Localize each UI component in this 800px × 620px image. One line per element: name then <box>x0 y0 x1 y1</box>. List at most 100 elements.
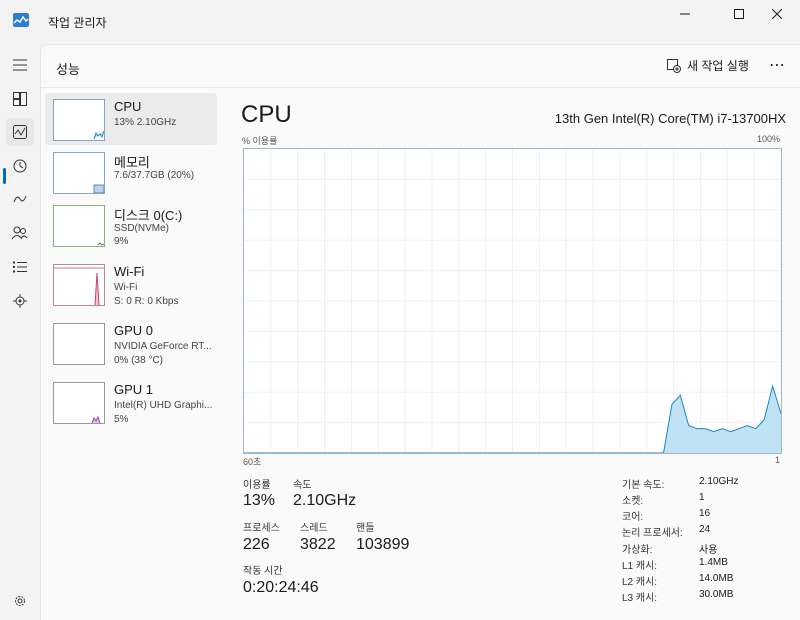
task-manager-app-icon <box>13 13 29 27</box>
run-new-task-label: 새 작업 실행 <box>687 59 749 73</box>
performance-icon <box>13 125 27 139</box>
device-thumbnail <box>53 99 105 141</box>
spec-l1-label: L1 캐시: <box>622 561 658 572</box>
threads-value: 3822 <box>300 536 336 553</box>
nav-rail <box>0 44 40 619</box>
device-item-cpu[interactable]: CPU 13% 2.10GHz <box>45 93 217 145</box>
device-sub: 7.6/37.7GB (20%) <box>114 170 195 181</box>
device-sub2: S: 0 R: 0 Kbps <box>114 296 179 307</box>
nav-performance[interactable] <box>6 118 34 146</box>
spec-cores-value: 16 <box>699 508 711 519</box>
threads-label: 스레드 <box>300 523 328 534</box>
handles-value: 103899 <box>356 536 410 553</box>
device-sub: 13% 2.10GHz <box>114 117 177 128</box>
device-thumbnail <box>53 323 105 365</box>
spec-l2-label: L2 캐시: <box>622 577 658 588</box>
spec-logical-label: 논리 프로세서: <box>622 528 683 539</box>
speed-value: 2.10GHz <box>293 492 357 509</box>
device-thumbnail <box>53 382 105 424</box>
device-sub: Intel(R) UHD Graphi... <box>114 400 213 411</box>
device-sub2: 0% (38 °C) <box>114 355 164 366</box>
page-title: 성능 <box>56 62 80 77</box>
processes-label: 프로세스 <box>243 523 280 534</box>
device-sub: Wi-Fi <box>114 282 138 293</box>
spec-base-speed-label: 기본 속도: <box>622 480 665 491</box>
device-name: CPU <box>114 99 142 114</box>
uptime-value: 0:20:24:46 <box>243 579 319 596</box>
main-content: 성능 새 작업 실행 ⋯ CPU 13% 2.10GHz 메모리 7.6/37.… <box>40 44 800 620</box>
processes-icon <box>13 92 27 106</box>
graph-y-label: % 이용률 <box>242 136 278 146</box>
spec-sockets-label: 소켓: <box>622 496 644 507</box>
device-name: Wi-Fi <box>114 264 145 279</box>
device-thumbnail <box>53 152 105 194</box>
utilization-label: 이용률 <box>243 480 271 491</box>
users-icon <box>12 226 28 240</box>
device-sub2: 5% <box>114 414 129 425</box>
device-item-gpu0[interactable]: GPU 0 NVIDIA GeForce RT... 0% (38 °C) <box>45 317 217 369</box>
nav-users[interactable] <box>6 219 34 247</box>
spec-cores-label: 코어: <box>622 512 644 523</box>
device-name: 디스크 0(C:) <box>114 208 183 223</box>
settings-icon <box>15 596 25 606</box>
speed-label: 속도 <box>293 480 312 491</box>
details-icon <box>13 261 27 273</box>
new-task-icon <box>667 58 681 73</box>
cpu-usage-graph <box>243 148 782 454</box>
services-icon <box>13 294 27 308</box>
minimize-button[interactable] <box>662 0 708 28</box>
handles-label: 핸들 <box>356 523 375 534</box>
close-icon <box>772 9 782 19</box>
run-new-task-button[interactable]: 새 작업 실행 <box>667 57 749 74</box>
graph-x-end: 1 <box>774 455 780 465</box>
app-history-icon <box>13 159 27 173</box>
spec-sockets-value: 1 <box>699 492 705 503</box>
page-header: 성능 새 작업 실행 ⋯ <box>41 45 800 88</box>
nav-settings[interactable] <box>6 587 34 615</box>
nav-menu-button[interactable] <box>6 51 34 79</box>
spec-l3-label: L3 캐시: <box>622 593 658 604</box>
utilization-value: 13% <box>243 492 276 509</box>
detail-title: CPU <box>241 101 292 128</box>
device-sub2: 9% <box>114 236 129 247</box>
menu-icon <box>13 59 27 71</box>
wifi-mini-graph <box>54 267 104 306</box>
spec-l2-value: 14.0MB <box>699 573 734 584</box>
maximize-icon <box>734 9 744 19</box>
startup-icon <box>13 195 27 203</box>
nav-details[interactable] <box>6 253 34 281</box>
device-thumbnail <box>53 264 105 306</box>
disk-mini-graph <box>97 242 105 246</box>
uptime-label: 작동 시간 <box>243 566 283 577</box>
spec-virtualization-label: 가상화: <box>622 545 653 556</box>
spec-virtualization-value: 사용 <box>699 545 718 556</box>
close-button[interactable] <box>754 0 800 28</box>
device-name: GPU 0 <box>114 323 154 338</box>
graph-y-max: 100% <box>756 134 780 144</box>
more-options-button[interactable]: ⋯ <box>769 55 786 75</box>
processes-value: 226 <box>243 536 270 553</box>
cpu-usage-chart <box>244 149 782 454</box>
gpu1-mini-graph <box>91 415 101 424</box>
nav-startup[interactable] <box>6 185 34 213</box>
cpu-model-name: 13th Gen Intel(R) Core(TM) i7-13700HX <box>554 111 786 126</box>
window-title: 작업 관리자 <box>48 16 107 30</box>
device-item-disk[interactable]: 디스크 0(C:) SSD(NVMe) 9% <box>45 199 217 251</box>
spec-l3-value: 30.0MB <box>699 589 734 600</box>
cpu-mini-graph <box>93 130 105 140</box>
minimize-icon <box>680 13 690 15</box>
device-item-gpu1[interactable]: GPU 1 Intel(R) UHD Graphi... 5% <box>45 376 217 428</box>
device-name: 메모리 <box>114 155 150 170</box>
device-item-memory[interactable]: 메모리 7.6/37.7GB (20%) <box>45 146 217 198</box>
graph-x-start: 60초 <box>243 457 262 467</box>
device-item-wifi[interactable]: Wi-Fi Wi-Fi S: 0 R: 0 Kbps <box>45 258 217 310</box>
title-bar: 작업 관리자 <box>0 0 800 44</box>
spec-l1-value: 1.4MB <box>699 557 728 568</box>
nav-app-history[interactable] <box>6 152 34 180</box>
spec-logical-value: 24 <box>699 524 711 535</box>
nav-processes[interactable] <box>6 85 34 113</box>
device-sub: NVIDIA GeForce RT... <box>114 341 212 352</box>
spec-base-speed-value: 2.10GHz <box>699 476 739 487</box>
nav-services[interactable] <box>6 287 34 315</box>
device-sub: SSD(NVMe) <box>114 223 170 234</box>
